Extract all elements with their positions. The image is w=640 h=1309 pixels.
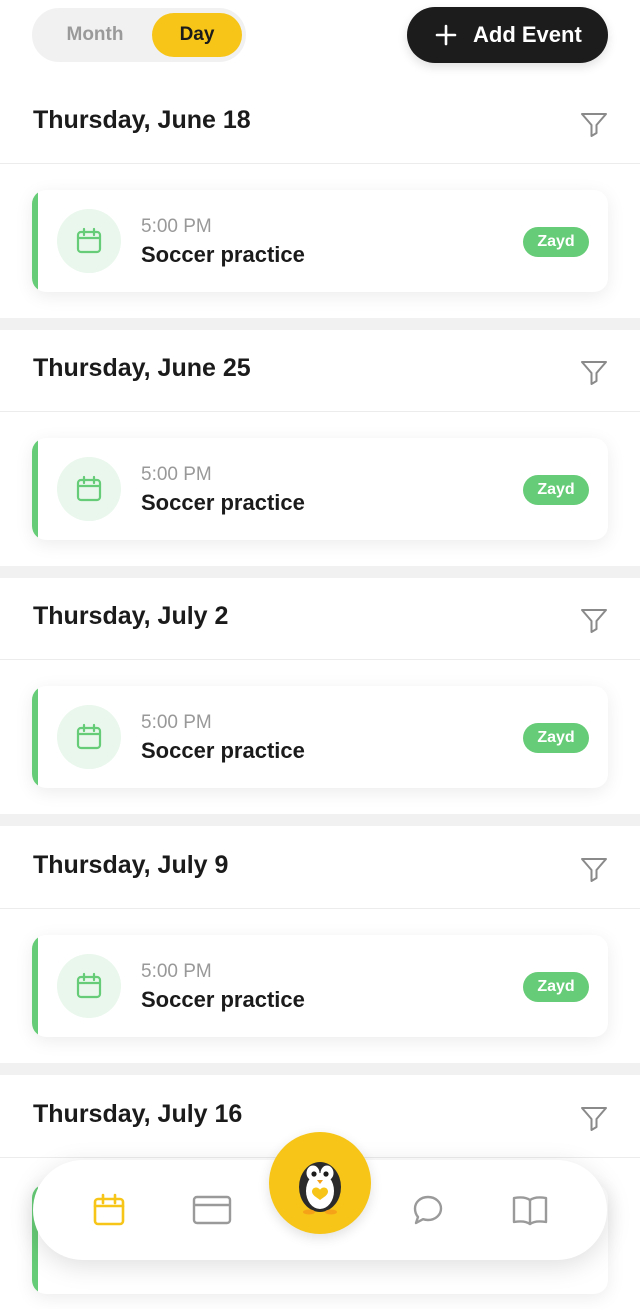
event-card[interactable]: 5:00 PM Soccer practice Zayd (32, 935, 608, 1037)
event-title: Soccer practice (141, 490, 305, 515)
filter-icon[interactable] (579, 357, 609, 387)
date-title: Thursday, July 2 (33, 602, 229, 630)
filter-icon[interactable] (579, 1103, 609, 1133)
section-divider (0, 814, 640, 826)
calendar-icon (57, 457, 121, 521)
day-section: Thursday, June 18 5:00 PM Soccer practic… (0, 82, 640, 318)
event-color-bar (32, 190, 38, 292)
day-toggle-button[interactable]: Day (152, 13, 242, 57)
event-time: 5:00 PM (141, 961, 212, 982)
event-title: Soccer practice (141, 987, 305, 1012)
date-header: Thursday, July 9 (0, 827, 640, 909)
event-title: Soccer practice (141, 738, 305, 763)
event-time: 5:00 PM (141, 712, 212, 733)
calendar-icon (57, 954, 121, 1018)
filter-icon[interactable] (579, 109, 609, 139)
date-title: Thursday, June 25 (33, 354, 251, 382)
event-card[interactable]: 5:00 PM Soccer practice Zayd (32, 190, 608, 292)
date-title: Thursday, July 16 (33, 1100, 243, 1128)
day-section: Thursday, June 25 5:00 PM Soccer practic… (0, 330, 640, 566)
member-tag: Zayd (523, 723, 589, 753)
event-color-bar (32, 686, 38, 788)
filter-icon[interactable] (579, 605, 609, 635)
filter-icon[interactable] (579, 854, 609, 884)
chat-bubble-icon[interactable] (408, 1190, 448, 1230)
add-event-label: Add Event (473, 22, 582, 47)
day-section: Thursday, July 9 5:00 PM Soccer practice… (0, 827, 640, 1063)
month-toggle-button[interactable]: Month (40, 13, 150, 57)
section-divider (0, 318, 640, 330)
event-time: 5:00 PM (141, 216, 212, 237)
event-card[interactable]: 5:00 PM Soccer practice Zayd (32, 438, 608, 540)
event-color-bar (32, 438, 38, 540)
event-title: Soccer practice (141, 242, 305, 267)
section-divider (0, 1063, 640, 1075)
top-bar: Month Day Add Event (0, 0, 640, 82)
member-tag: Zayd (523, 972, 589, 1002)
member-tag: Zayd (523, 227, 589, 257)
event-time: 5:00 PM (141, 464, 212, 485)
view-toggle: Month Day (32, 8, 246, 62)
calendar-icon (57, 209, 121, 273)
calendar-icon (57, 705, 121, 769)
date-title: Thursday, July 9 (33, 851, 229, 879)
plus-icon (435, 24, 457, 46)
calendar-icon[interactable] (89, 1190, 129, 1230)
event-card[interactable]: 5:00 PM Soccer practice Zayd (32, 686, 608, 788)
section-divider (0, 566, 640, 578)
card-icon[interactable] (192, 1190, 232, 1230)
date-title: Thursday, June 18 (33, 106, 251, 134)
date-header: Thursday, June 25 (0, 330, 640, 412)
event-color-bar (32, 935, 38, 1037)
member-tag: Zayd (523, 475, 589, 505)
book-icon[interactable] (510, 1190, 550, 1230)
penguin-icon[interactable] (269, 1132, 371, 1234)
date-header: Thursday, July 2 (0, 578, 640, 660)
date-header: Thursday, June 18 (0, 82, 640, 164)
add-event-button[interactable]: Add Event (407, 7, 608, 63)
day-section: Thursday, July 2 5:00 PM Soccer practice… (0, 578, 640, 814)
